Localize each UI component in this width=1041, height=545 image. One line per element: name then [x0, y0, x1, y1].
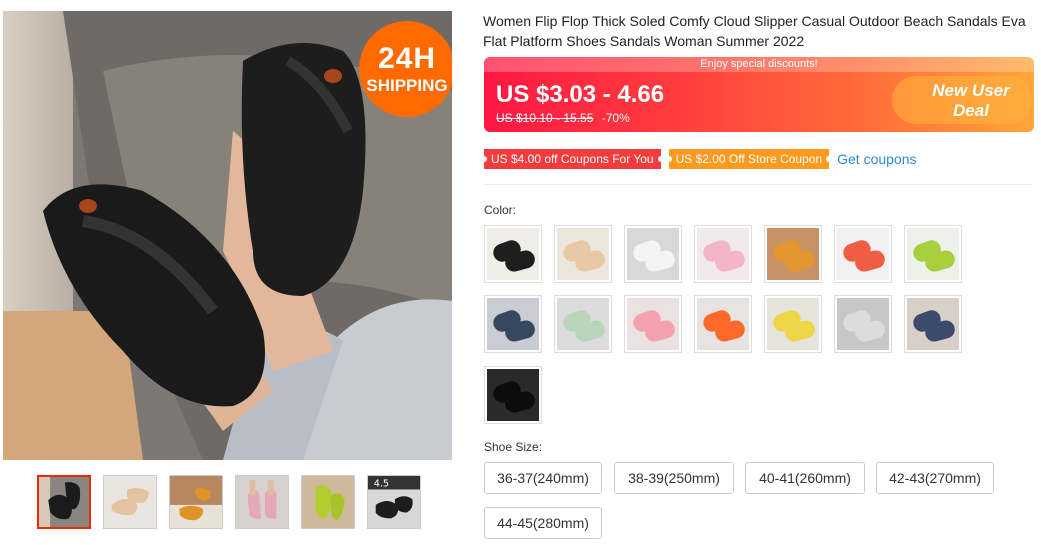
swatch-image — [487, 298, 539, 350]
swatch-image — [767, 298, 819, 350]
swatch-image — [697, 298, 749, 350]
color-swatch[interactable] — [484, 225, 542, 283]
beige-flip-flop-thumb-icon — [104, 476, 156, 528]
thumbnail-strip: 4.5 — [37, 475, 421, 529]
swatch-image — [627, 228, 679, 280]
product-title: Women Flip Flop Thick Soled Comfy Cloud … — [483, 13, 1026, 49]
black-flip-flop-thumb-icon — [39, 477, 89, 527]
size-option[interactable]: 42-43(270mm) — [876, 462, 994, 494]
swatch-image — [557, 298, 609, 350]
color-swatch[interactable] — [484, 295, 542, 353]
thumbnail-6[interactable]: 4.5 — [367, 475, 421, 529]
swatch-image — [837, 228, 889, 280]
main-product-image[interactable]: 24H SHIPPING — [3, 11, 452, 460]
current-price: US $3.03 - 4.66 — [496, 81, 665, 108]
thumbnail-5[interactable] — [301, 475, 355, 529]
color-swatch[interactable] — [834, 295, 892, 353]
swatch-image — [487, 369, 539, 421]
coupon-tag-1[interactable]: US $4.00 off Coupons For You — [481, 149, 664, 169]
new-user-line-2: Deal — [953, 101, 989, 120]
color-swatch[interactable] — [904, 225, 962, 283]
discount-percent: -70% — [601, 111, 630, 125]
size-option[interactable]: 38-39(250mm) — [614, 462, 734, 494]
swatch-image — [837, 298, 889, 350]
thumbnail-2[interactable] — [103, 475, 157, 529]
thumb-size-label: 4.5 — [374, 479, 389, 490]
size-option[interactable]: 44-45(280mm) — [484, 507, 602, 539]
discount-banner: Enjoy special discounts! — [484, 57, 1034, 72]
color-label: Color: — [484, 203, 517, 217]
color-swatch[interactable] — [904, 295, 962, 353]
swatch-image — [627, 298, 679, 350]
color-swatch[interactable] — [554, 295, 612, 353]
color-swatch[interactable] — [554, 225, 612, 283]
swatch-image — [767, 228, 819, 280]
color-swatch[interactable] — [484, 366, 542, 424]
swatch-image — [487, 228, 539, 280]
swatch-image — [907, 298, 959, 350]
brown-flip-flop-thumb-icon — [170, 476, 222, 528]
pink-flip-flop-thumb-icon — [236, 476, 288, 528]
color-swatch[interactable] — [834, 225, 892, 283]
green-flip-flop-thumb-icon — [302, 476, 354, 528]
new-user-deal-badge: New User Deal — [926, 81, 1016, 121]
original-price-row: US $10.10 - 15.55 -70% — [496, 111, 630, 125]
badge-line-2: SHIPPING — [366, 76, 448, 95]
swatch-image — [907, 228, 959, 280]
section-divider — [484, 184, 1032, 185]
thumbnail-3[interactable] — [169, 475, 223, 529]
size-chart-thumb-icon: 4.5 — [368, 476, 420, 528]
size-label: Shoe Size: — [484, 440, 543, 454]
price-panel: Enjoy special discounts! US $3.03 - 4.66… — [484, 57, 1034, 132]
size-option[interactable]: 40-41(260mm) — [745, 462, 865, 494]
new-user-line-1: New User — [932, 81, 1010, 100]
coupon-tag-2[interactable]: US $2.00 Off Store Coupon — [665, 149, 832, 169]
color-swatch[interactable] — [624, 295, 682, 353]
color-swatch[interactable] — [694, 295, 752, 353]
shipping-badge: 24H SHIPPING — [359, 21, 452, 117]
color-swatch[interactable] — [764, 225, 822, 283]
swatch-image — [557, 228, 609, 280]
color-swatch[interactable] — [624, 225, 682, 283]
color-swatch[interactable] — [694, 225, 752, 283]
coupon-row: US $4.00 off Coupons For You US $2.00 Of… — [481, 149, 917, 169]
thumbnail-1[interactable] — [37, 475, 91, 529]
original-price: US $10.10 - 15.55 — [496, 111, 594, 125]
badge-line-1: 24H — [377, 42, 437, 75]
thumbnail-4[interactable] — [235, 475, 289, 529]
get-coupons-link[interactable]: Get coupons — [837, 151, 916, 167]
color-swatch[interactable] — [764, 295, 822, 353]
size-option[interactable]: 36-37(240mm) — [484, 462, 602, 494]
swatch-image — [697, 228, 749, 280]
